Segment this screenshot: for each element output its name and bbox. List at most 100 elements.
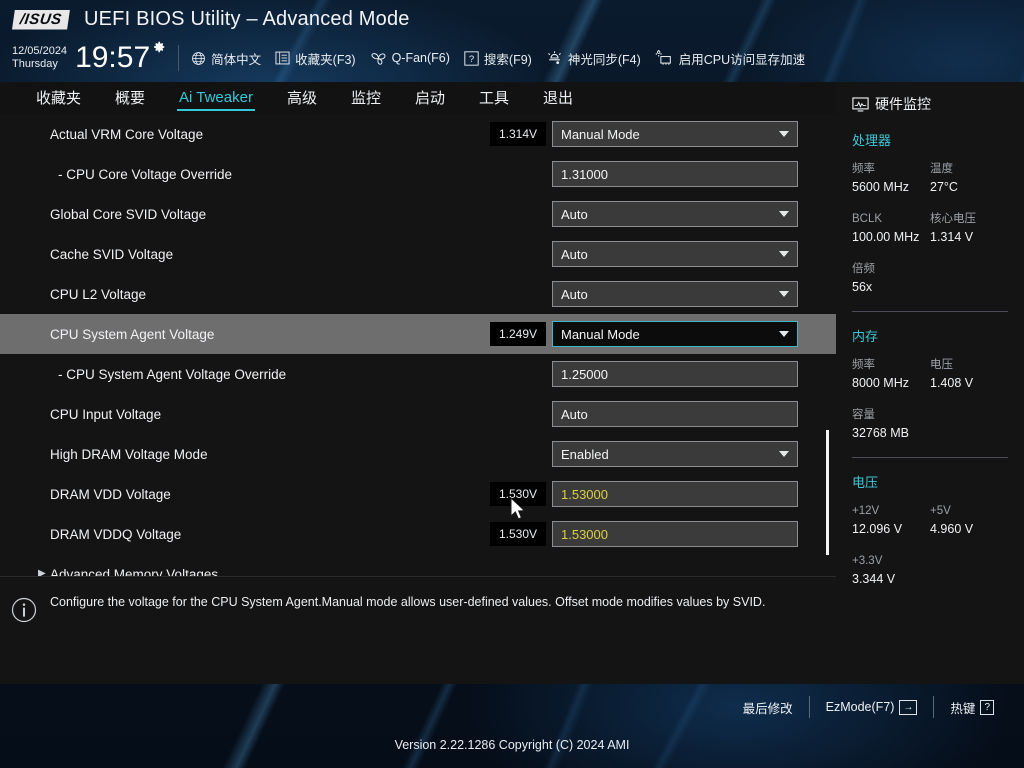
clock-text: 19:57 <box>75 41 151 74</box>
sidebar-stat-row: 容量 32768 MB <box>852 407 1008 443</box>
setting-input[interactable]: 1.31000 <box>552 161 798 187</box>
chevron-down-icon <box>779 291 789 297</box>
settings-row[interactable]: Cache SVID Voltage Auto <box>0 234 836 274</box>
setting-label: CPU Input Voltage <box>50 406 162 422</box>
sidebar-stat-row: BCLK 100.00 MHz 核心电压 1.314 V <box>852 211 1008 247</box>
hotkeys-key-icon: ? <box>980 699 994 715</box>
tab-6[interactable]: 工具 <box>479 87 509 110</box>
settings-row[interactable]: DRAM VDD Voltage 1.530V 1.53000 <box>0 474 836 514</box>
sidebar-stat-value: 12.096 V <box>852 522 903 537</box>
settings-row[interactable]: Actual VRM Core Voltage 1.314V Manual Mode <box>0 114 836 154</box>
header-item-search[interactable]: ? 搜索(F9) <box>464 49 532 68</box>
setting-value: 1.53000 <box>561 526 608 542</box>
tab-1[interactable]: 概要 <box>115 87 145 110</box>
settings-row[interactable]: - CPU Core Voltage Override 1.31000 <box>0 154 836 194</box>
setting-label: Actual VRM Core Voltage <box>50 126 204 142</box>
header-item-language[interactable]: 简体中文 <box>191 49 261 68</box>
tab-5[interactable]: 启动 <box>415 87 445 110</box>
setting-label: High DRAM Voltage Mode <box>50 446 208 462</box>
tab-4[interactable]: 监控 <box>351 87 381 110</box>
setting-dropdown[interactable]: Manual Mode <box>552 321 798 347</box>
qfan-icon <box>371 52 386 65</box>
settings-row[interactable]: CPU L2 Voltage Auto <box>0 274 836 314</box>
sidebar-stat-value: 32768 MB <box>852 426 909 441</box>
setting-label: CPU System Agent Voltage <box>50 326 215 342</box>
sidebar-stat-row: 频率 5600 MHz 温度 27°C <box>852 161 1008 197</box>
setting-label: DRAM VDDQ Voltage <box>50 526 182 542</box>
setting-value: 1.31000 <box>561 166 608 182</box>
sidebar-stat: 温度 27°C <box>930 161 1008 197</box>
memcpu-icon <box>655 50 671 65</box>
setting-value: 1.53000 <box>561 486 608 502</box>
sidebar-stat-value: 100.00 MHz <box>852 230 920 245</box>
setting-input[interactable]: Auto <box>552 401 798 427</box>
settings-row[interactable]: - CPU System Agent Voltage Override 1.250… <box>0 354 836 394</box>
sidebar-stat-value: 1.314 V <box>930 230 974 245</box>
sidebar-stat: BCLK 100.00 MHz <box>852 211 930 247</box>
header-item-label: Q-Fan(F6) <box>391 51 450 65</box>
sidebar-stat-value: 8000 MHz <box>852 376 909 391</box>
setting-input[interactable]: 1.53000 <box>552 521 798 547</box>
setting-value: Auto <box>561 406 588 422</box>
sidebar-section-heading: 电压 <box>852 475 879 490</box>
tab-2[interactable]: Ai Tweaker <box>177 89 255 111</box>
ezmode-key-icon: → <box>899 699 918 715</box>
settings-row[interactable]: Global Core SVID Voltage Auto <box>0 194 836 234</box>
sidebar-section-heading: 处理器 <box>852 133 892 148</box>
settings-scrollbar[interactable] <box>826 430 829 555</box>
sidebar-section-heading: 内存 <box>852 329 879 344</box>
header-item-aura[interactable]: 神光同步(F4) <box>546 49 641 68</box>
sidebar-stat-key: 电压 <box>930 359 953 371</box>
sidebar-stat: 频率 8000 MHz <box>852 357 930 393</box>
setting-dropdown[interactable]: Manual Mode <box>552 121 798 147</box>
sidebar-stat-value: 5600 MHz <box>852 180 909 195</box>
sidebar-stat-key: 倍频 <box>852 263 875 275</box>
sidebar-stat: 容量 32768 MB <box>852 407 936 443</box>
version-text: Version 2.22.1286 Copyright (C) 2024 AMI <box>394 738 630 752</box>
sidebar-title: 硬件监控 <box>875 96 931 112</box>
setting-input[interactable]: 1.53000 <box>552 481 798 507</box>
sidebar-stat-key: 容量 <box>852 409 875 421</box>
footer-actions: 最后修改 EzMode(F7) → 热键 ? <box>727 696 1010 718</box>
sidebar-stat-key: BCLK <box>852 213 883 225</box>
hotkeys-button[interactable]: 热键 ? <box>934 698 1010 717</box>
sidebar-stat: +12V 12.096 V <box>852 503 930 539</box>
ezmode-button[interactable]: EzMode(F7) → <box>810 699 934 715</box>
gear-icon[interactable] <box>152 40 166 54</box>
setting-value: Auto <box>561 246 588 262</box>
setting-dropdown[interactable]: Enabled <box>552 441 798 467</box>
setting-input[interactable]: 1.25000 <box>552 361 798 387</box>
settings-row[interactable]: CPU System Agent Voltage 1.249V Manual Mod… <box>0 314 836 354</box>
setting-value: Enabled <box>561 446 609 462</box>
chevron-down-icon <box>779 131 789 137</box>
sidebar-stat-value: 27°C <box>930 180 958 195</box>
settings-row[interactable]: DRAM VDDQ Voltage 1.530V 1.53000 <box>0 514 836 554</box>
setting-dropdown[interactable]: Auto <box>552 201 798 227</box>
monitor-value: 1.249V <box>490 322 546 346</box>
question-icon: ? <box>464 50 479 66</box>
hotkeys-label: 热键 <box>950 701 976 716</box>
settings-row[interactable]: ▶ Advanced Memory Voltages <box>0 554 836 577</box>
setting-dropdown[interactable]: Auto <box>552 241 798 267</box>
ezmode-label: EzMode(F7) <box>825 700 895 714</box>
header-item-favorites[interactable]: 收藏夹(F3) <box>275 49 356 68</box>
footer-bar: 最后修改 EzMode(F7) → 热键 ? 值 什么值得买 <box>0 684 1024 768</box>
setting-label: Advanced Memory Voltages <box>50 566 219 577</box>
sidebar-stat-row: 倍频 56x <box>852 261 1008 297</box>
last-modified-button[interactable]: 最后修改 <box>727 698 809 717</box>
settings-row[interactable]: High DRAM Voltage Mode Enabled <box>0 434 836 474</box>
tab-0[interactable]: 收藏夹 <box>36 87 81 110</box>
header-item-resizable-bar[interactable]: 启用CPU访问显存加速 <box>655 49 805 68</box>
title-row: /ISUS UEFI BIOS Utility – Advanced Mode <box>12 8 410 31</box>
settings-row[interactable]: CPU Input Voltage Auto <box>0 394 836 434</box>
header-item-qfan[interactable]: Q-Fan(F6) <box>370 51 450 66</box>
tab-7[interactable]: 退出 <box>543 87 573 110</box>
sidebar-stat-row: +12V 12.096 V +5V 4.960 V <box>852 503 1008 539</box>
setting-label: CPU L2 Voltage <box>50 286 147 302</box>
sidebar-stat-row: 频率 8000 MHz 电压 1.408 V <box>852 357 1008 393</box>
header-item-label: 搜索(F9) <box>483 52 532 67</box>
tab-3[interactable]: 高级 <box>287 87 317 110</box>
mouse-cursor <box>510 497 526 520</box>
setting-dropdown[interactable]: Auto <box>552 281 798 307</box>
info-icon <box>11 597 37 623</box>
